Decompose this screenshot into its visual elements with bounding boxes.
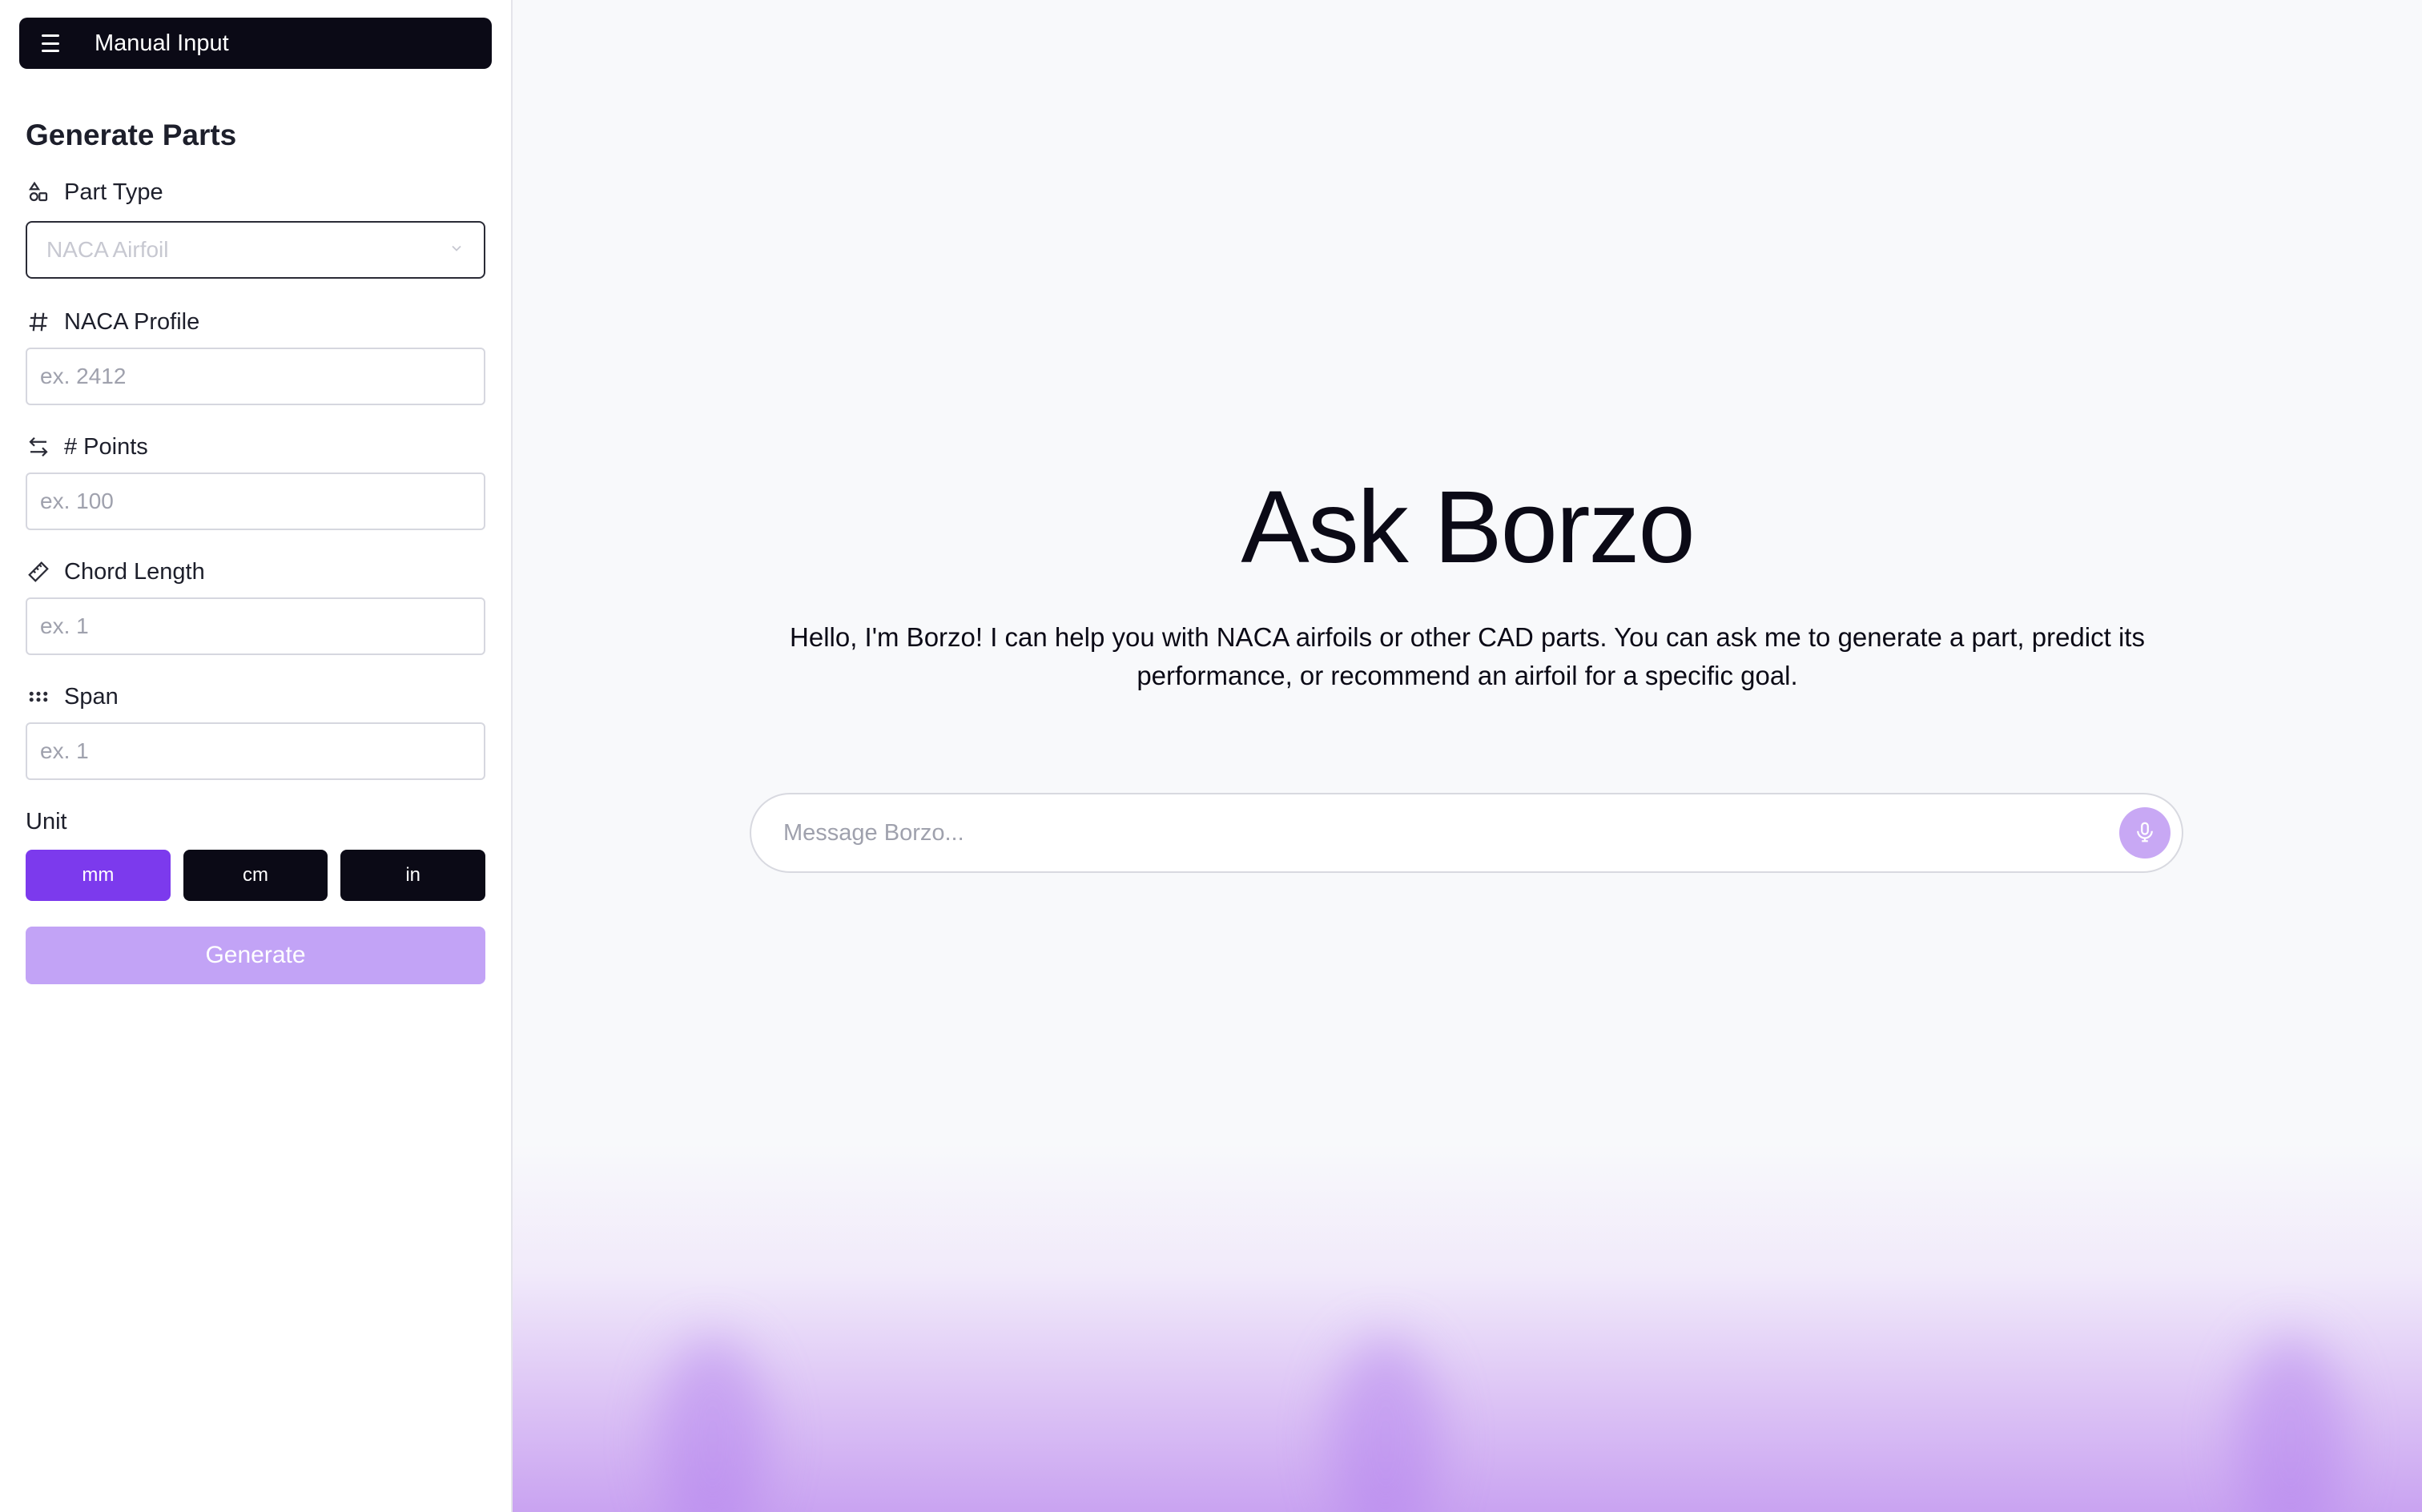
topbar-title: Manual Input bbox=[95, 30, 229, 56]
span-label: Span bbox=[26, 681, 485, 713]
hash-icon bbox=[26, 309, 51, 335]
sidebar: Manual Input Generate Parts Part Type NA… bbox=[0, 0, 513, 1512]
part-type-field: Part Type NACA Airfoil bbox=[26, 176, 485, 279]
span-input[interactable] bbox=[26, 722, 485, 780]
points-label-text: # Points bbox=[64, 433, 148, 460]
intro-text: Hello, I'm Borzo! I can help you with NA… bbox=[790, 622, 2145, 690]
dots-grid-icon bbox=[26, 684, 51, 710]
unit-cm-button[interactable]: cm bbox=[183, 850, 328, 901]
points-label: # Points bbox=[26, 431, 485, 463]
unit-mm-button[interactable]: mm bbox=[26, 850, 171, 901]
manual-input-bar[interactable]: Manual Input bbox=[19, 18, 492, 69]
hamburger-menu-icon[interactable] bbox=[42, 34, 64, 52]
swap-arrows-icon bbox=[26, 434, 51, 460]
span-field: Span bbox=[26, 681, 485, 780]
chat-main: Ask Borzo Hello, I'm Borzo! I can help y… bbox=[513, 0, 2422, 1512]
chord-length-label-text: Chord Length bbox=[64, 558, 205, 585]
section-title: Generate Parts bbox=[26, 119, 237, 151]
span-label-text: Span bbox=[64, 683, 119, 710]
part-type-select[interactable]: NACA Airfoil bbox=[26, 221, 485, 279]
shapes-icon bbox=[26, 179, 51, 205]
naca-profile-input[interactable] bbox=[26, 348, 485, 405]
glow-blob bbox=[1330, 1336, 1442, 1512]
part-type-label: Part Type bbox=[26, 176, 485, 208]
microphone-button[interactable] bbox=[2119, 807, 2171, 859]
background-glow bbox=[513, 1144, 2422, 1512]
unit-in-button[interactable]: in bbox=[340, 850, 486, 901]
microphone-icon bbox=[2133, 820, 2157, 846]
chord-length-label: Chord Length bbox=[26, 556, 485, 588]
naca-profile-label-text: NACA Profile bbox=[64, 308, 200, 335]
ruler-icon bbox=[26, 559, 51, 585]
unit-selector: mm cm in bbox=[26, 850, 486, 901]
points-input[interactable] bbox=[26, 472, 485, 530]
chord-length-input[interactable] bbox=[26, 597, 485, 655]
chevron-down-icon bbox=[449, 240, 465, 260]
glow-blob bbox=[657, 1336, 769, 1512]
part-type-value: NACA Airfoil bbox=[46, 237, 169, 262]
app: Manual Input Generate Parts Part Type NA… bbox=[0, 0, 2422, 1512]
unit-label: Unit bbox=[26, 809, 67, 834]
chord-length-field: Chord Length bbox=[26, 556, 485, 655]
generate-button[interactable]: Generate bbox=[26, 927, 485, 984]
message-input[interactable] bbox=[783, 819, 2065, 846]
naca-profile-field: NACA Profile bbox=[26, 306, 485, 405]
page-title: Ask Borzo bbox=[1241, 470, 1695, 585]
points-field: # Points bbox=[26, 431, 485, 530]
glow-blob bbox=[2235, 1336, 2347, 1512]
naca-profile-label: NACA Profile bbox=[26, 306, 485, 338]
part-type-label-text: Part Type bbox=[64, 179, 163, 205]
chat-bar bbox=[750, 793, 2183, 873]
